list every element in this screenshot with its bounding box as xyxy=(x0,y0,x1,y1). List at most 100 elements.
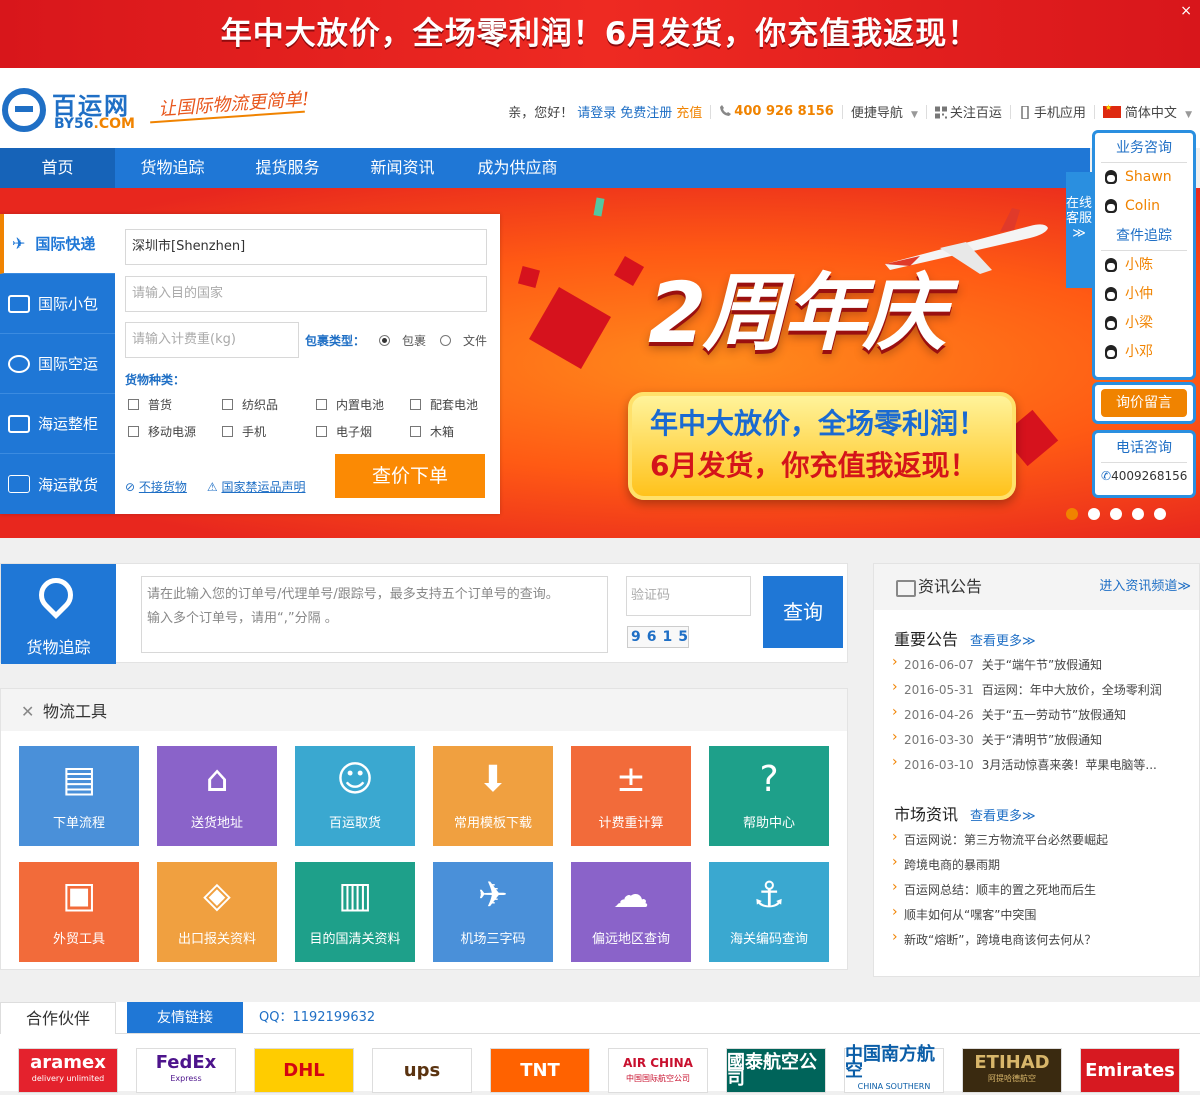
tab-friend-links[interactable]: 友情链接 xyxy=(127,1002,243,1034)
market-item[interactable]: 跨境电商的暴雨期 xyxy=(892,856,1192,873)
destination-input[interactable]: 请输入目的国家 xyxy=(125,276,487,312)
tab-sea-lcl[interactable]: 海运散货 xyxy=(0,454,115,514)
partner-logo[interactable]: AIR CHINA 中国国际航空公司 xyxy=(608,1048,708,1093)
inquiry-message-button[interactable]: 询价留言 xyxy=(1092,382,1196,424)
news-channel-link[interactable]: 进入资讯频道≫ xyxy=(1099,564,1191,610)
site-logo[interactable]: 百运网 BY56.COM xyxy=(2,86,152,134)
market-item[interactable]: 百运网说：第三方物流平台必然要崛起 xyxy=(892,831,1192,848)
tools-title: 物流工具 xyxy=(1,689,847,735)
online-service-tab[interactable]: 在线客服≫ xyxy=(1066,172,1092,288)
partner-logo[interactable]: 中国南方航空 CHINA SOUTHERN xyxy=(844,1045,944,1093)
mobile-app-link[interactable]: 手机应用 xyxy=(1019,102,1086,121)
market-item[interactable]: 顺丰如何从“嘿客”中突围 xyxy=(892,906,1192,923)
tool-tile[interactable]: ☺ 百运取货 xyxy=(295,746,415,846)
partner-logo[interactable]: TNT xyxy=(490,1048,590,1093)
tab-intl-air[interactable]: 国际空运 xyxy=(0,334,115,394)
close-icon[interactable]: × xyxy=(1180,4,1192,18)
tracking-number-input[interactable]: 请在此输入您的订单号/代理单号/跟踪号，最多支持五个订单号的查询。 输入多个订单… xyxy=(141,576,608,653)
nav-home[interactable]: 首页 xyxy=(0,148,115,188)
tool-tile[interactable]: ◈ 出口报关资料 xyxy=(157,862,277,962)
prohibited-goods-link[interactable]: ⚠ 国家禁运品声明 xyxy=(207,478,306,495)
phone-title: 电话咨询 xyxy=(1101,433,1187,463)
radio-document[interactable] xyxy=(440,335,452,346)
partner-logo[interactable]: Emirates xyxy=(1080,1048,1180,1093)
tab-intl-parcel[interactable]: 国际小包 xyxy=(0,274,115,334)
rejected-goods-link[interactable]: ⊘ 不接货物 xyxy=(125,478,187,495)
goods-checkbox[interactable]: 普货 xyxy=(128,396,222,413)
tool-tile[interactable]: ▤ 下单流程 xyxy=(19,746,139,846)
phone-icon: ✆ xyxy=(1101,469,1112,483)
partner-logo[interactable]: FedEx Express xyxy=(136,1048,236,1093)
notice-item[interactable]: 2016-06-07关于“端午节”放假通知 xyxy=(892,656,1192,673)
tool-label: 下单流程 xyxy=(52,816,105,831)
partner-logo[interactable]: ups xyxy=(372,1048,472,1093)
agent-deng[interactable]: 小邓 xyxy=(1095,338,1193,367)
nav-news[interactable]: 新闻资讯 xyxy=(345,148,460,188)
partner-logo[interactable]: 國泰航空公司 xyxy=(726,1048,826,1093)
captcha-input[interactable]: 验证码 xyxy=(626,576,751,616)
agent-shawn[interactable]: Shawn xyxy=(1095,163,1193,192)
notice-item[interactable]: 2016-04-26关于“五一劳动节”放假通知 xyxy=(892,706,1192,723)
tool-label: 帮助中心 xyxy=(742,816,795,831)
goods-checkbox[interactable]: 配套电池 xyxy=(410,396,504,413)
register-link[interactable]: 免费注册 xyxy=(620,102,672,121)
market-item[interactable]: 新政“熔断”，跨境电商该何去何从？ xyxy=(892,931,1192,948)
tool-tile[interactable]: ▣ 外贸工具 xyxy=(19,862,139,962)
tool-tile[interactable]: ? 帮助中心 xyxy=(709,746,829,846)
container-icon xyxy=(8,414,30,433)
goods-checkbox[interactable]: 纺织品 xyxy=(222,396,316,413)
promo-banner[interactable]: 年中大放价，全场零利润！6月发货，你充值我返现！ × xyxy=(0,0,1200,68)
tool-tile[interactable]: ⬇ 常用模板下载 xyxy=(433,746,553,846)
quick-nav-menu[interactable]: 便捷导航 ▼ xyxy=(851,102,918,121)
carousel-dot[interactable] xyxy=(1066,508,1078,520)
recharge-link[interactable]: 充值 xyxy=(676,102,702,121)
agent-liang[interactable]: 小梁 xyxy=(1095,309,1193,338)
tracking-query-button[interactable]: 查询 xyxy=(763,576,843,648)
nav-supplier[interactable]: 成为供应商 xyxy=(460,148,575,188)
tool-tile[interactable]: ⚓ 海关编码查询 xyxy=(709,862,829,962)
market-item[interactable]: 百运网总结：顺丰的置之死地而后生 xyxy=(892,881,1192,898)
tab-intl-express[interactable]: ✈ 国际快递 xyxy=(0,214,115,274)
form-links: ⊘ 不接货物 ⚠ 国家禁运品声明 xyxy=(125,478,305,495)
tool-tile[interactable]: ⌂ 送货地址 xyxy=(157,746,277,846)
goods-checkbox[interactable]: 移动电源 xyxy=(128,423,222,440)
agent-chen[interactable]: 小陈 xyxy=(1095,251,1193,280)
tool-label: 送货地址 xyxy=(190,816,243,831)
radio-parcel[interactable] xyxy=(379,335,391,346)
file-icon: ▥ xyxy=(337,875,372,916)
partner-logo[interactable]: DHL xyxy=(254,1048,354,1093)
goods-checkbox[interactable]: 手机 xyxy=(222,423,316,440)
partner-logo[interactable]: ETIHAD 阿提哈德航空 xyxy=(962,1048,1062,1093)
nav-pickup[interactable]: 提货服务 xyxy=(230,148,345,188)
tool-tile[interactable]: ▥ 目的国清关资料 xyxy=(295,862,415,962)
notice-item[interactable]: 2016-03-30关于“清明节”放假通知 xyxy=(892,731,1192,748)
warning-icon: ⚠ xyxy=(206,480,222,494)
market-more-link[interactable]: 查看更多≫ xyxy=(970,809,1036,824)
tab-sea-fcl[interactable]: 海运整柜 xyxy=(0,394,115,454)
notice-item[interactable]: 2016-05-31百运网：年中大放价，全场零利润 xyxy=(892,681,1192,698)
anchor-icon: ⚓ xyxy=(752,875,786,916)
agent-colin[interactable]: Colin xyxy=(1095,192,1193,221)
goods-checkbox[interactable]: 内置电池 xyxy=(316,396,410,413)
agent-zhong[interactable]: 小仲 xyxy=(1095,280,1193,309)
notice-item[interactable]: 2016-03-103月活动惊喜来袭！苹果电脑等... xyxy=(892,756,1192,773)
suitcase-icon xyxy=(8,294,30,313)
tab-partners[interactable]: 合作伙伴 xyxy=(0,1002,116,1034)
chevron-down-icon: ▼ xyxy=(910,110,918,120)
language-select[interactable]: 简体中文 ▼ xyxy=(1102,102,1192,121)
follow-link[interactable]: 关注百运 xyxy=(934,102,1002,121)
partner-logo[interactable]: aramex delivery unlimited xyxy=(18,1048,118,1093)
tool-tile[interactable]: ☁ 偏远地区查询 xyxy=(571,862,691,962)
captcha-image[interactable]: 9615 xyxy=(627,626,689,648)
login-link[interactable]: 请登录 xyxy=(577,102,616,121)
weight-input[interactable]: 请输入计费重(kg) xyxy=(125,322,299,358)
nav-tracking[interactable]: 货物追踪 xyxy=(115,148,230,188)
goods-checkbox[interactable]: 电子烟 xyxy=(316,423,410,440)
tool-tile[interactable]: ✈ 机场三字码 xyxy=(433,862,553,962)
notice-more-link[interactable]: 查看更多≫ xyxy=(970,634,1036,649)
goods-checkbox[interactable]: 木箱 xyxy=(410,423,504,440)
tool-tile[interactable]: ± 计费重计算 xyxy=(571,746,691,846)
origin-input[interactable]: 深圳市[Shenzhen] xyxy=(125,229,487,265)
quote-submit-button[interactable]: 查价下单 xyxy=(335,454,485,498)
logo-domain: BY56.COM xyxy=(54,116,135,132)
